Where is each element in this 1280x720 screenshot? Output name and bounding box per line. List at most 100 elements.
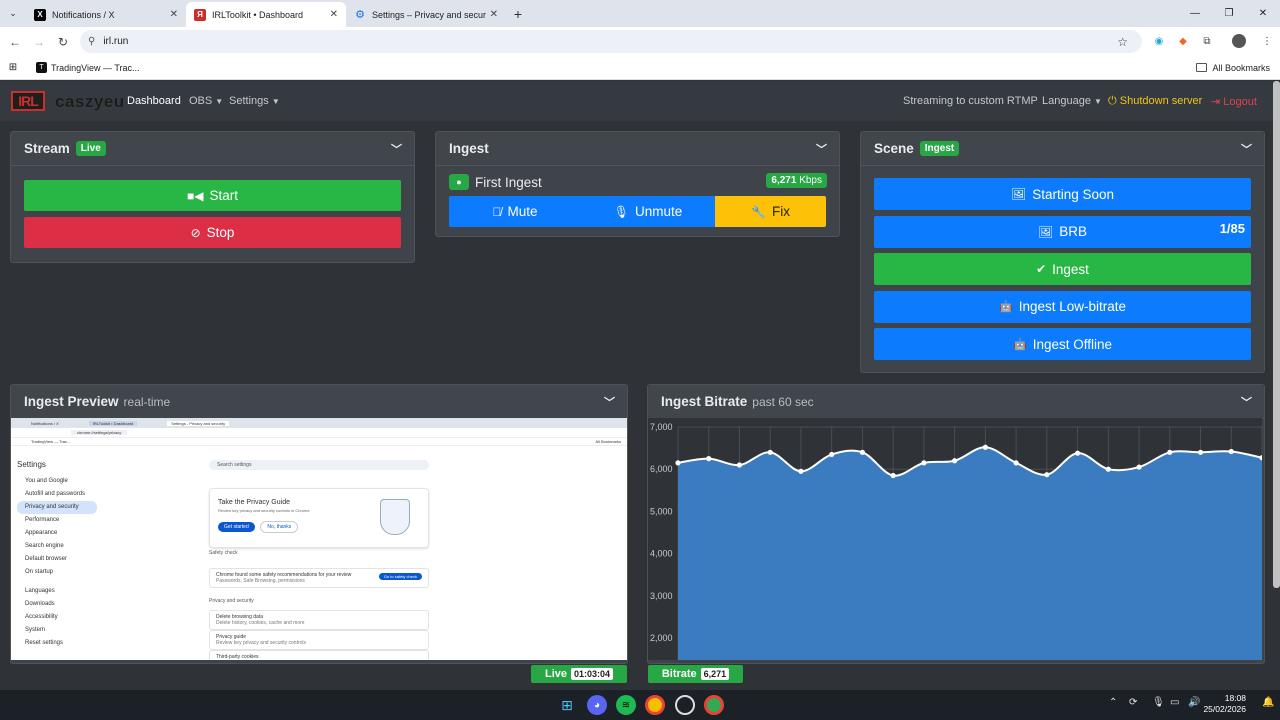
maximize-icon[interactable]: ❐ — [1212, 0, 1246, 27]
scene-button[interactable]: 🖼 BRB 1/85 — [874, 215, 1251, 248]
scene-button[interactable]: 🖼 Starting Soon — [874, 178, 1251, 210]
preview-tab: Settings - Privacy and security — [167, 420, 230, 426]
obs-icon[interactable] — [675, 695, 695, 715]
chart-data-point[interactable] — [1044, 472, 1050, 478]
notifications-bell-icon[interactable]: 🔔 — [1262, 697, 1274, 708]
logout-link[interactable]: ⇥ Logout — [1211, 95, 1257, 108]
caret-down-icon: ▼ — [271, 97, 280, 106]
close-window-icon[interactable]: ✕ — [1246, 0, 1280, 27]
mute-button[interactable]: 🎙̸ Mute — [449, 196, 581, 227]
y-tick-label: 7,000 — [650, 422, 673, 432]
shutdown-server-link[interactable]: ⏻ Shutdown server — [1108, 95, 1202, 108]
tray-network-icon[interactable]: ▭ — [1170, 697, 1179, 708]
discord-icon[interactable]: ◕ — [587, 695, 607, 715]
live-timer: 01:03:04 — [570, 668, 614, 680]
minimize-icon[interactable]: — — [1178, 0, 1212, 27]
close-icon[interactable]: ✕ — [170, 9, 178, 20]
apps-grid-icon[interactable]: ⊞ — [0, 62, 26, 73]
chevron-down-icon[interactable]: ﹀ — [391, 141, 402, 157]
language-dropdown[interactable]: Language ▼ — [1042, 95, 1102, 107]
spotify-icon[interactable]: ≋ — [616, 695, 636, 715]
reload-icon[interactable]: ↻ — [51, 35, 75, 49]
unmute-button[interactable]: 🎙 Unmute — [581, 196, 715, 227]
forward-icon[interactable]: → — [27, 35, 51, 49]
chart-data-point[interactable] — [829, 451, 835, 458]
chart-data-point[interactable] — [1167, 449, 1173, 455]
chart-data-point[interactable] — [1074, 450, 1081, 456]
profile-avatar[interactable] — [1232, 34, 1246, 48]
button-label: BRB — [1059, 224, 1087, 239]
chart-data-point[interactable] — [1105, 466, 1111, 472]
status-badge: Ingest — [919, 141, 960, 156]
chevron-down-icon[interactable]: ﹀ — [816, 141, 827, 157]
bookmark-star-icon[interactable]: ☆ — [1117, 35, 1128, 49]
tab-irltoolkit[interactable]: Я IRLToolkit • Dashboard ✕ — [186, 2, 346, 27]
close-icon[interactable]: ✕ — [490, 9, 498, 20]
windows-taskbar — [0, 690, 1280, 720]
tab-settings[interactable]: ⚙ Settings – Privacy and security ✕ — [346, 2, 506, 27]
card-title: Ingest — [449, 141, 489, 156]
url-input[interactable]: ⚲ irl.run ☆ — [80, 30, 1142, 53]
chevron-down-icon[interactable]: ﹀ — [1241, 141, 1252, 157]
irltoolkit-logo[interactable]: IRL — [11, 91, 45, 111]
back-icon[interactable]: ← — [3, 35, 27, 49]
extension-orange-icon[interactable]: ◆ — [1174, 32, 1192, 50]
nav-dashboard[interactable]: Dashboard — [127, 95, 181, 107]
chrome-profile-icon[interactable] — [704, 695, 724, 715]
chart-data-point[interactable] — [890, 472, 896, 479]
tab-search-icon[interactable]: ⌄ — [0, 0, 26, 27]
tray-overflow-icon[interactable]: ⌃ — [1109, 697, 1117, 708]
nav-settings-dropdown[interactable]: Settings ▼ — [229, 95, 280, 107]
username-brand[interactable]: caszyeu — [55, 92, 125, 112]
microphone-slash-icon: 🎙̸ — [492, 204, 502, 219]
chart-data-point[interactable] — [675, 460, 681, 466]
new-tab-button[interactable]: + — [506, 2, 530, 27]
chart-data-point[interactable] — [767, 449, 773, 455]
windows-start-icon[interactable]: ⊞ — [557, 695, 577, 715]
chart-data-point[interactable] — [1197, 449, 1204, 455]
chevron-down-icon[interactable]: ﹀ — [1241, 394, 1252, 410]
button-label: Ingest Offline — [1032, 336, 1112, 352]
chart-data-point[interactable] — [706, 456, 712, 462]
chart-data-point[interactable] — [952, 458, 958, 464]
language-label: Language — [1042, 95, 1091, 107]
menu-kebab-icon[interactable]: ⋮ — [1258, 32, 1276, 50]
tray-microphone-icon[interactable]: 🎙 — [1152, 697, 1165, 708]
button-label: Stop — [206, 225, 235, 240]
clock-date: 25/02/2026 — [1203, 704, 1246, 714]
tab-notifications[interactable]: X Notifications / X ✕ — [26, 2, 186, 27]
chart-data-point[interactable] — [736, 462, 743, 468]
tray-sync-icon[interactable]: ⟳ — [1129, 697, 1137, 708]
chart-data-point[interactable] — [1013, 460, 1019, 466]
chevron-down-icon[interactable]: ﹀ — [604, 394, 615, 410]
ingest-card: Ingest ﹀ ● First Ingest 6,271 Kbps 🎙̸ Mut… — [435, 131, 840, 237]
chart-data-point[interactable] — [1136, 464, 1142, 470]
status-badge: Live — [75, 141, 106, 156]
site-info-icon[interactable]: ⚲ — [88, 36, 95, 47]
taskbar-clock[interactable]: 18:08 25/02/2026 — [1203, 693, 1246, 715]
stop-button[interactable]: ⊘ Stop — [24, 217, 401, 248]
chart-data-point[interactable] — [798, 468, 804, 474]
caret-down-icon: ▼ — [215, 97, 224, 106]
extension-blue-icon[interactable]: ◉ — [1150, 32, 1168, 50]
tray-volume-icon[interactable]: 🔊 — [1188, 697, 1200, 708]
chart-data-point[interactable] — [921, 460, 927, 466]
bookmark-tradingview[interactable]: T TradingView — Trac... — [36, 62, 140, 73]
scene-button[interactable]: 🤖 Ingest Low-bitrate — [874, 290, 1251, 323]
button-label: Ingest Low-bitrate — [1018, 299, 1126, 314]
chart-data-point[interactable] — [859, 449, 866, 455]
preview-privacy-label: Privacy and security — [209, 598, 254, 604]
chart-data-point[interactable] — [982, 444, 988, 450]
scene-button[interactable]: ✔ Ingest — [874, 253, 1251, 285]
scene-button[interactable]: 🤖 Ingest Offline — [874, 328, 1251, 360]
chrome-icon[interactable] — [645, 695, 665, 715]
all-bookmarks-button[interactable]: All Bookmarks — [1196, 63, 1270, 73]
extensions-puzzle-icon[interactable]: ⧉ — [1198, 32, 1216, 50]
page-scrollbar[interactable] — [1273, 81, 1280, 588]
fix-button[interactable]: 🔧 Fix — [715, 196, 826, 227]
chart-data-point[interactable] — [1228, 448, 1234, 455]
nav-obs-dropdown[interactable]: OBS ▼ — [189, 95, 223, 107]
preview-menu-item: Accessibility — [25, 614, 58, 620]
close-icon[interactable]: ✕ — [330, 9, 338, 20]
start-button[interactable]: ■◀ Start — [24, 180, 401, 211]
